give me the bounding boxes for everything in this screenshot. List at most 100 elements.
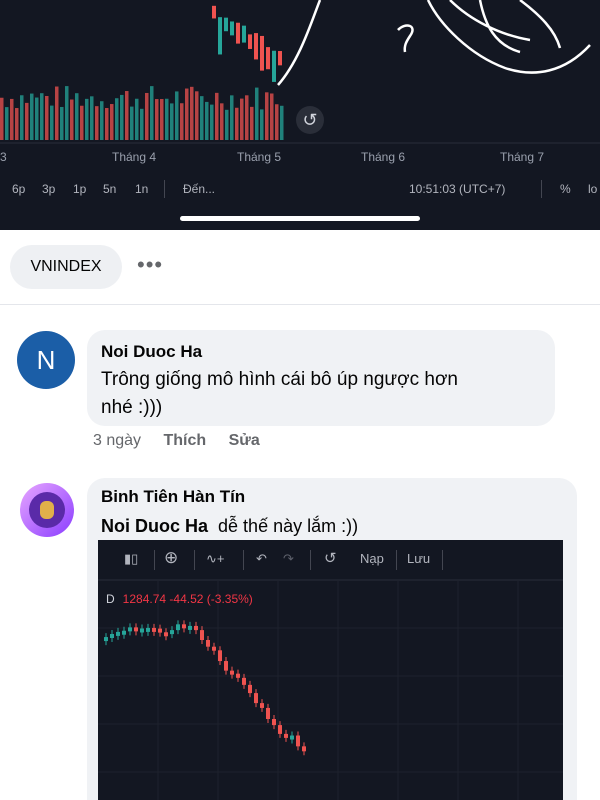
- month-label: Tháng 7: [500, 150, 545, 164]
- volume-bar: [20, 95, 24, 140]
- more-options-icon[interactable]: •••: [137, 252, 163, 278]
- volume-bar: [240, 98, 244, 140]
- candle: [242, 25, 246, 43]
- volume-bar: [155, 99, 159, 140]
- comment-text: Trông giống mô hình cái bô úp ngược hơn: [101, 369, 458, 390]
- candle: [212, 5, 216, 19]
- edit-button[interactable]: Sửa: [229, 432, 260, 449]
- volume-bar: [90, 96, 94, 140]
- volume-bar: [185, 88, 189, 140]
- goto-date-button[interactable]: Đến...: [183, 182, 215, 196]
- volume-bar: [75, 93, 79, 140]
- volume-bar: [25, 102, 29, 140]
- redo-icon[interactable]: ↷: [283, 551, 294, 567]
- candle: [236, 22, 240, 44]
- volume-bar: [50, 105, 54, 140]
- volume-bar: [195, 91, 199, 140]
- timeframe-5n[interactable]: 5n: [103, 182, 116, 196]
- avatar[interactable]: [20, 483, 74, 537]
- volume-bar: [265, 92, 269, 140]
- volume-bar: [55, 86, 59, 140]
- compare-icon[interactable]: ∿+: [206, 551, 224, 567]
- volume-bar: [10, 98, 14, 140]
- divider: [243, 550, 244, 570]
- volume-bar: [125, 91, 129, 140]
- month-label: 3: [0, 150, 7, 164]
- clock-readout: 10:51:03 (UTC+7): [409, 182, 506, 196]
- percent-toggle[interactable]: %: [560, 182, 571, 196]
- comment-bubble: Noi Duoc Ha Trông giống mô hình cái bô ú…: [87, 330, 555, 426]
- last-price: 1284.74: [122, 592, 167, 606]
- timeframe-1p[interactable]: 1p: [73, 182, 86, 196]
- volume-bar: [35, 97, 39, 140]
- chart-reset-button[interactable]: ↺: [296, 106, 324, 134]
- comment-author[interactable]: Noi Duoc Ha: [101, 342, 202, 362]
- comment-body: dễ thế này lắm :)): [218, 516, 359, 536]
- timeframe-bar: 6p 3p 1p 5n 1n Đến... 10:51:03 (UTC+7) %…: [0, 176, 600, 204]
- divider: [541, 180, 542, 198]
- timeframe-1n[interactable]: 1n: [135, 182, 148, 196]
- volume-bar: [260, 109, 264, 140]
- volume-bar: [165, 98, 169, 140]
- volume-bar: [0, 97, 4, 140]
- comment-actions: 3 ngày Thích Sửa: [93, 432, 278, 450]
- sketch-line: [397, 24, 414, 53]
- candle: [260, 35, 264, 71]
- divider: [310, 550, 311, 570]
- volume-bar: [280, 105, 284, 140]
- volume-bar: [225, 109, 229, 140]
- attached-chart-image[interactable]: ▮▯ ⊕ ∿+ ↶ ↷ ↺ Nạp Lưu D 1284.74 -44.52 (-…: [98, 540, 563, 800]
- top-chart[interactable]: ↺ 3 Tháng 4 Tháng 5 Tháng 6 Tháng 7 6p 3…: [0, 0, 600, 230]
- add-indicator-icon[interactable]: ⊕: [164, 548, 178, 568]
- log-toggle[interactable]: lo: [588, 182, 597, 196]
- volume-bar: [145, 92, 149, 140]
- volume-bar: [115, 98, 119, 140]
- comment-author[interactable]: Binh Tiên Hàn Tín: [101, 487, 245, 507]
- volume-bar: [200, 96, 204, 140]
- volume-bar: [100, 101, 104, 140]
- timeframe-3p[interactable]: 3p: [42, 182, 55, 196]
- volume-bar: [70, 99, 74, 140]
- candle-style-icon[interactable]: ▮▯: [124, 551, 138, 567]
- volume-bar: [210, 104, 214, 140]
- avatar[interactable]: N: [17, 331, 75, 389]
- mention-tag[interactable]: Noi Duoc Ha: [101, 516, 208, 536]
- interval-label: D: [106, 592, 115, 606]
- volume-bar: [30, 93, 34, 140]
- comment-time: 3 ngày: [93, 432, 142, 449]
- volume-bar: [140, 108, 144, 140]
- candle: [272, 50, 276, 82]
- candle: [254, 33, 258, 60]
- divider: [154, 550, 155, 570]
- price-change-pct: (-3.35%): [206, 592, 253, 606]
- volume-bar: [245, 95, 249, 140]
- volume-bar: [205, 101, 209, 140]
- comment-text: Noi Duoc Ha dễ thế này lắm :)): [101, 512, 358, 540]
- undo-icon[interactable]: ↶: [256, 551, 267, 567]
- vnindex-chip[interactable]: VNINDEX: [10, 245, 122, 289]
- load-button[interactable]: Nạp: [360, 551, 384, 566]
- timeframe-6p[interactable]: 6p: [12, 182, 25, 196]
- save-button[interactable]: Lưu: [407, 551, 430, 566]
- volume-bar: [5, 107, 9, 140]
- volume-bar: [150, 86, 154, 140]
- volume-bar: [235, 107, 239, 140]
- month-label: Tháng 5: [237, 150, 282, 164]
- volume-bar: [65, 86, 69, 140]
- avatar-figure: [40, 501, 54, 519]
- avatar-image: [29, 492, 65, 528]
- reset-icon[interactable]: ↺: [324, 549, 337, 567]
- volume-bar: [220, 103, 224, 140]
- divider: [442, 550, 443, 570]
- chart-toolbar: ▮▯ ⊕ ∿+ ↶ ↷ ↺ Nạp Lưu: [98, 540, 563, 580]
- sketch-line: [277, 0, 322, 86]
- volume-bar: [45, 95, 49, 140]
- home-indicator: [180, 216, 420, 221]
- volume-bar: [160, 99, 164, 140]
- divider: [194, 550, 195, 570]
- candle: [218, 17, 222, 55]
- volume-bar: [175, 91, 179, 140]
- candle: [248, 34, 252, 49]
- like-button[interactable]: Thích: [164, 432, 207, 449]
- volume-bar: [105, 108, 109, 140]
